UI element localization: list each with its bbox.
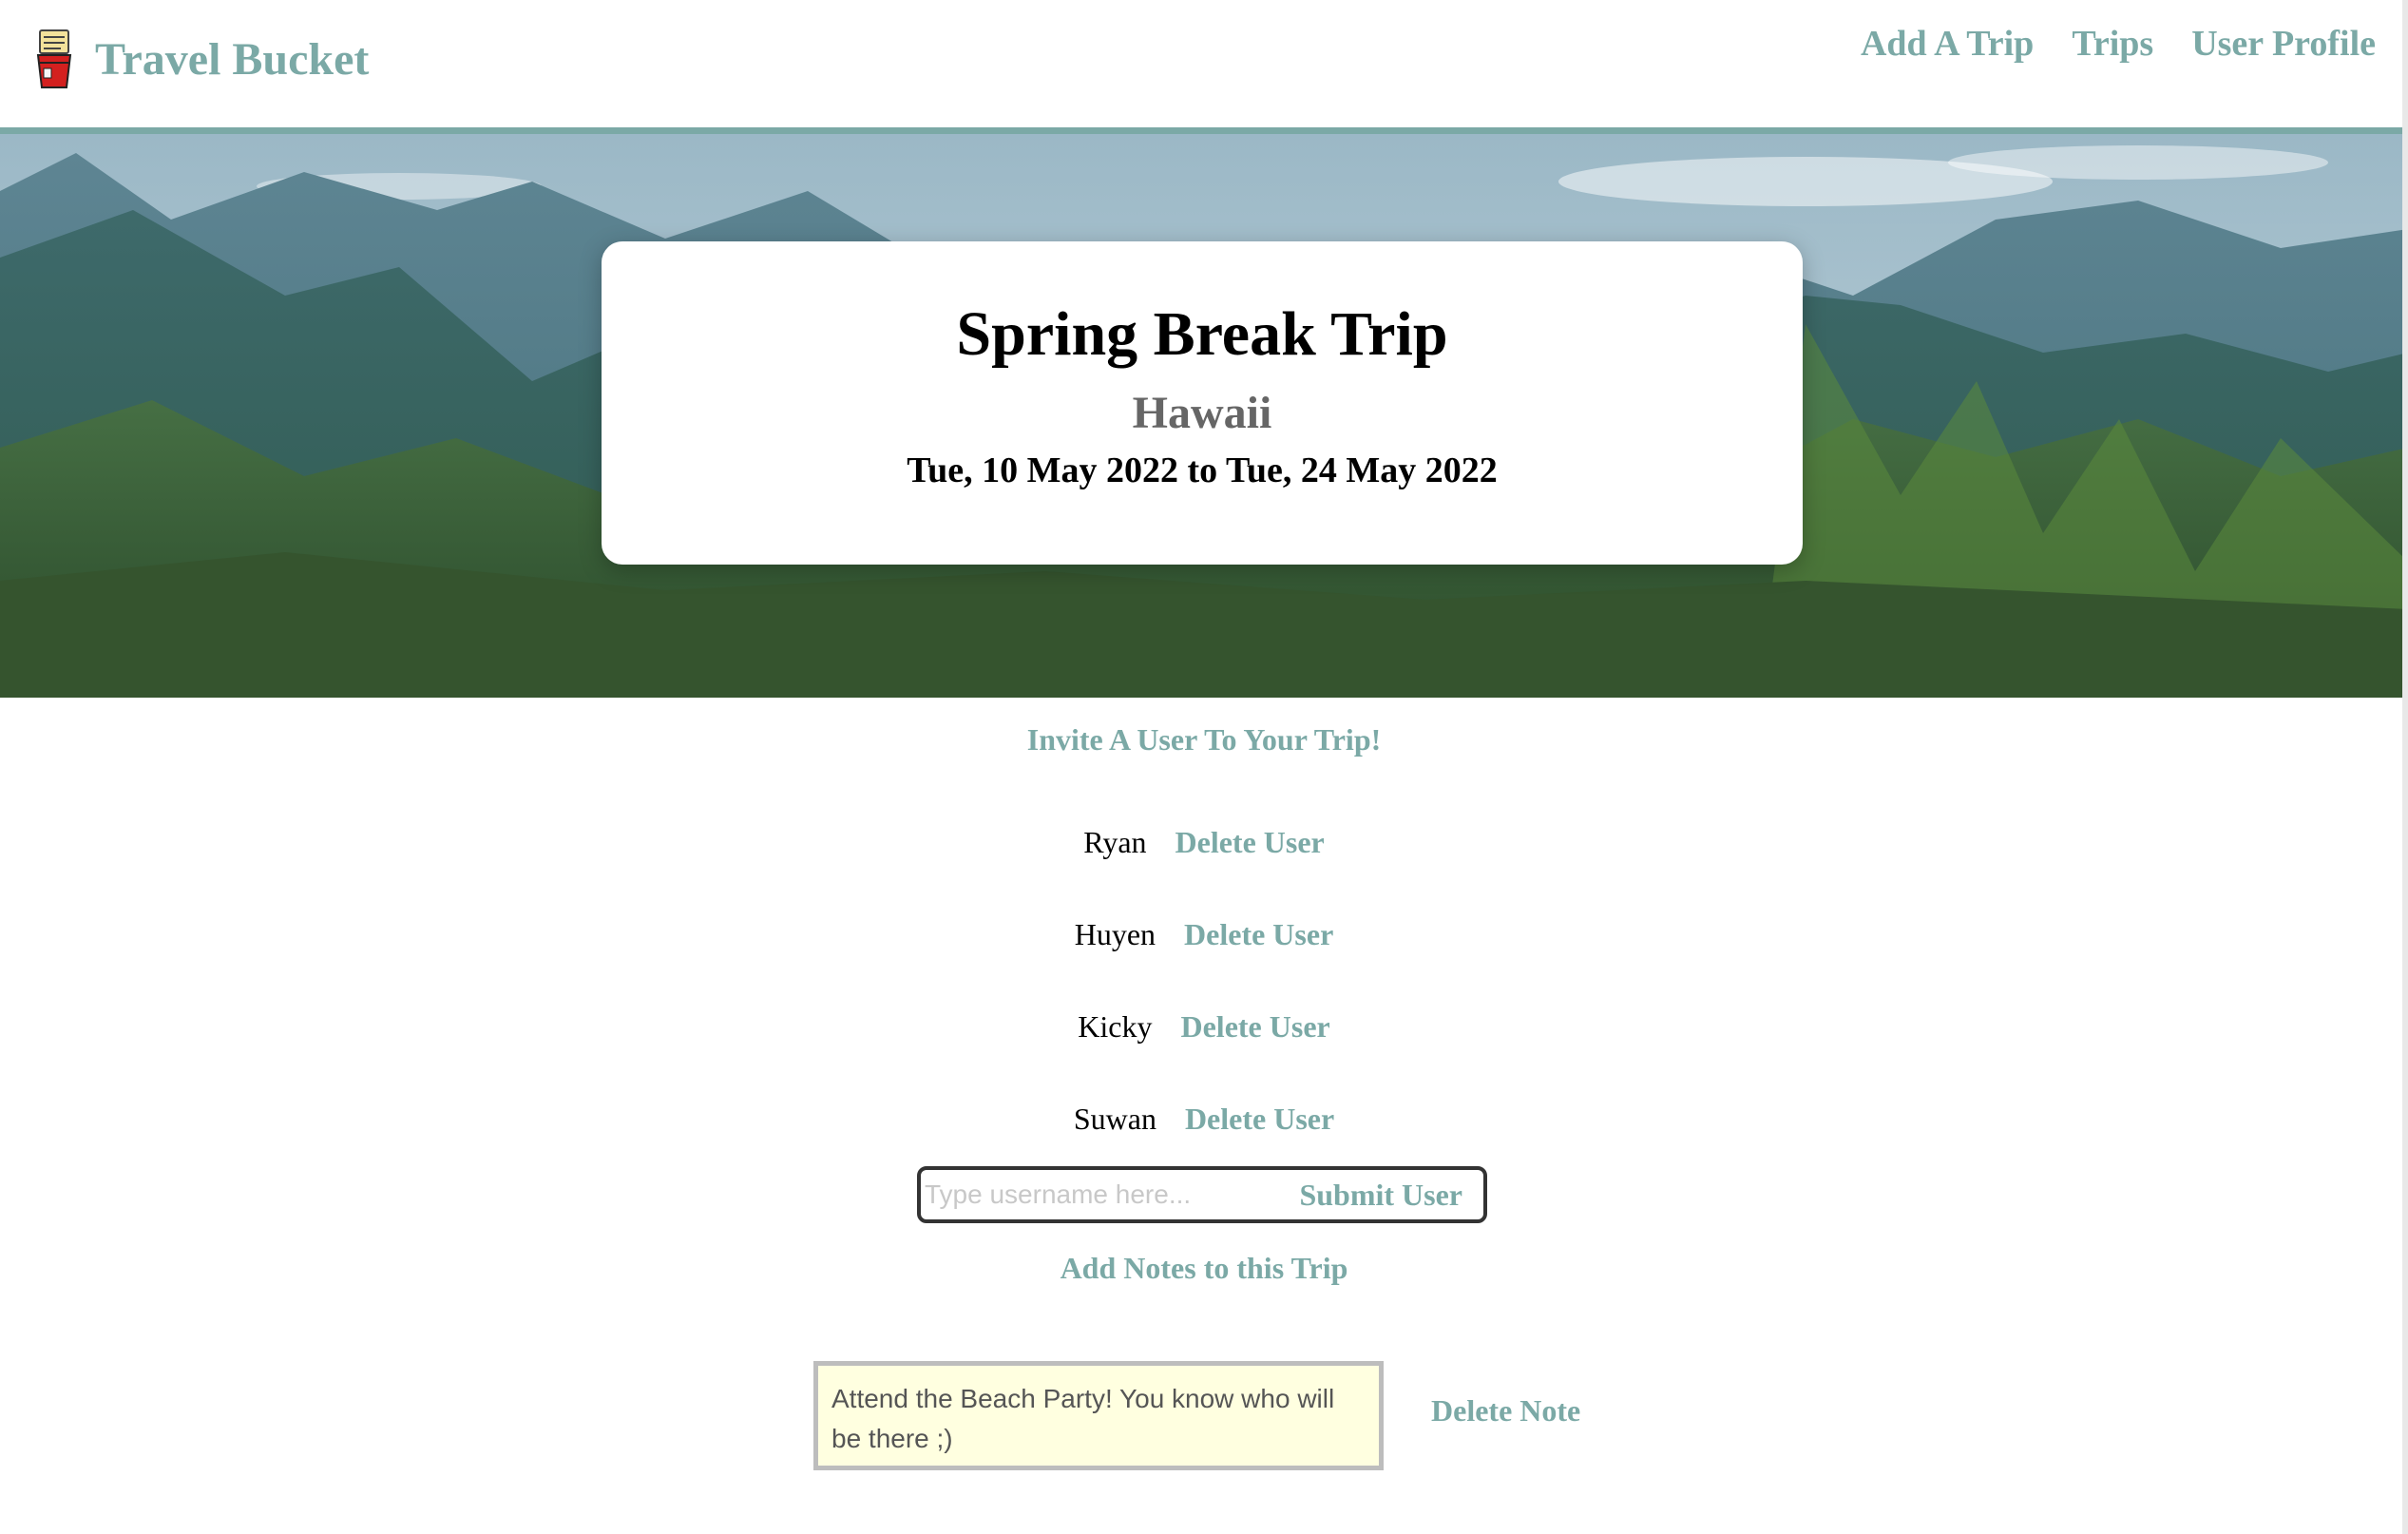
username-input[interactable]: [921, 1179, 1286, 1210]
nav-user-profile[interactable]: User Profile: [2191, 23, 2376, 67]
trip-user-row: Kicky Delete User: [0, 1009, 2408, 1045]
page: Travel Bucket Add A Trip Trips User Prof…: [0, 0, 2408, 1534]
trip-user-name: Ryan: [1083, 825, 1147, 859]
delete-user-button[interactable]: Delete User: [1185, 1102, 1334, 1137]
trip-title: Spring Break Trip: [956, 299, 1448, 369]
add-user-form: Submit User: [917, 1166, 1487, 1223]
trip-location: Hawaii: [1132, 387, 1272, 438]
trip-user-name: Suwan: [1073, 1102, 1156, 1136]
trip-user-row: Ryan Delete User: [0, 825, 2408, 860]
delete-note-button[interactable]: Delete Note: [1431, 1393, 1580, 1429]
invite-user-link[interactable]: Invite A User To Your Trip!: [0, 722, 2408, 757]
brand-link[interactable]: Travel Bucket: [32, 29, 369, 91]
trip-dates: Tue, 10 May 2022 to Tue, 24 May 2022: [907, 451, 1498, 491]
submit-user-button[interactable]: Submit User: [1299, 1178, 1462, 1213]
trip-note: Attend the Beach Party! You know who wil…: [813, 1361, 1384, 1470]
add-notes-link[interactable]: Add Notes to this Trip: [0, 1251, 2408, 1286]
hero-banner: Spring Break Trip Hawaii Tue, 10 May 202…: [0, 134, 2408, 698]
nav-add-trip[interactable]: Add A Trip: [1861, 23, 2034, 67]
brand-name: Travel Bucket: [95, 34, 370, 85]
delete-user-button[interactable]: Delete User: [1184, 917, 1333, 952]
trip-user-row: Huyen Delete User: [0, 917, 2408, 952]
nav-trips[interactable]: Trips: [2072, 23, 2153, 67]
main-nav: Add A Trip Trips User Profile: [1861, 23, 2376, 67]
trip-user-row: Suwan Delete User: [0, 1102, 2408, 1137]
trip-user-name: Kicky: [1078, 1009, 1153, 1044]
delete-user-button[interactable]: Delete User: [1180, 1009, 1329, 1045]
site-header: Travel Bucket Add A Trip Trips User Prof…: [0, 0, 2408, 134]
trip-user-name: Huyen: [1074, 917, 1156, 951]
delete-user-button[interactable]: Delete User: [1175, 825, 1325, 860]
trip-summary-card: Spring Break Trip Hawaii Tue, 10 May 202…: [602, 241, 1803, 565]
window-edge: [2402, 0, 2408, 1534]
bucket-icon: [36, 29, 72, 88]
